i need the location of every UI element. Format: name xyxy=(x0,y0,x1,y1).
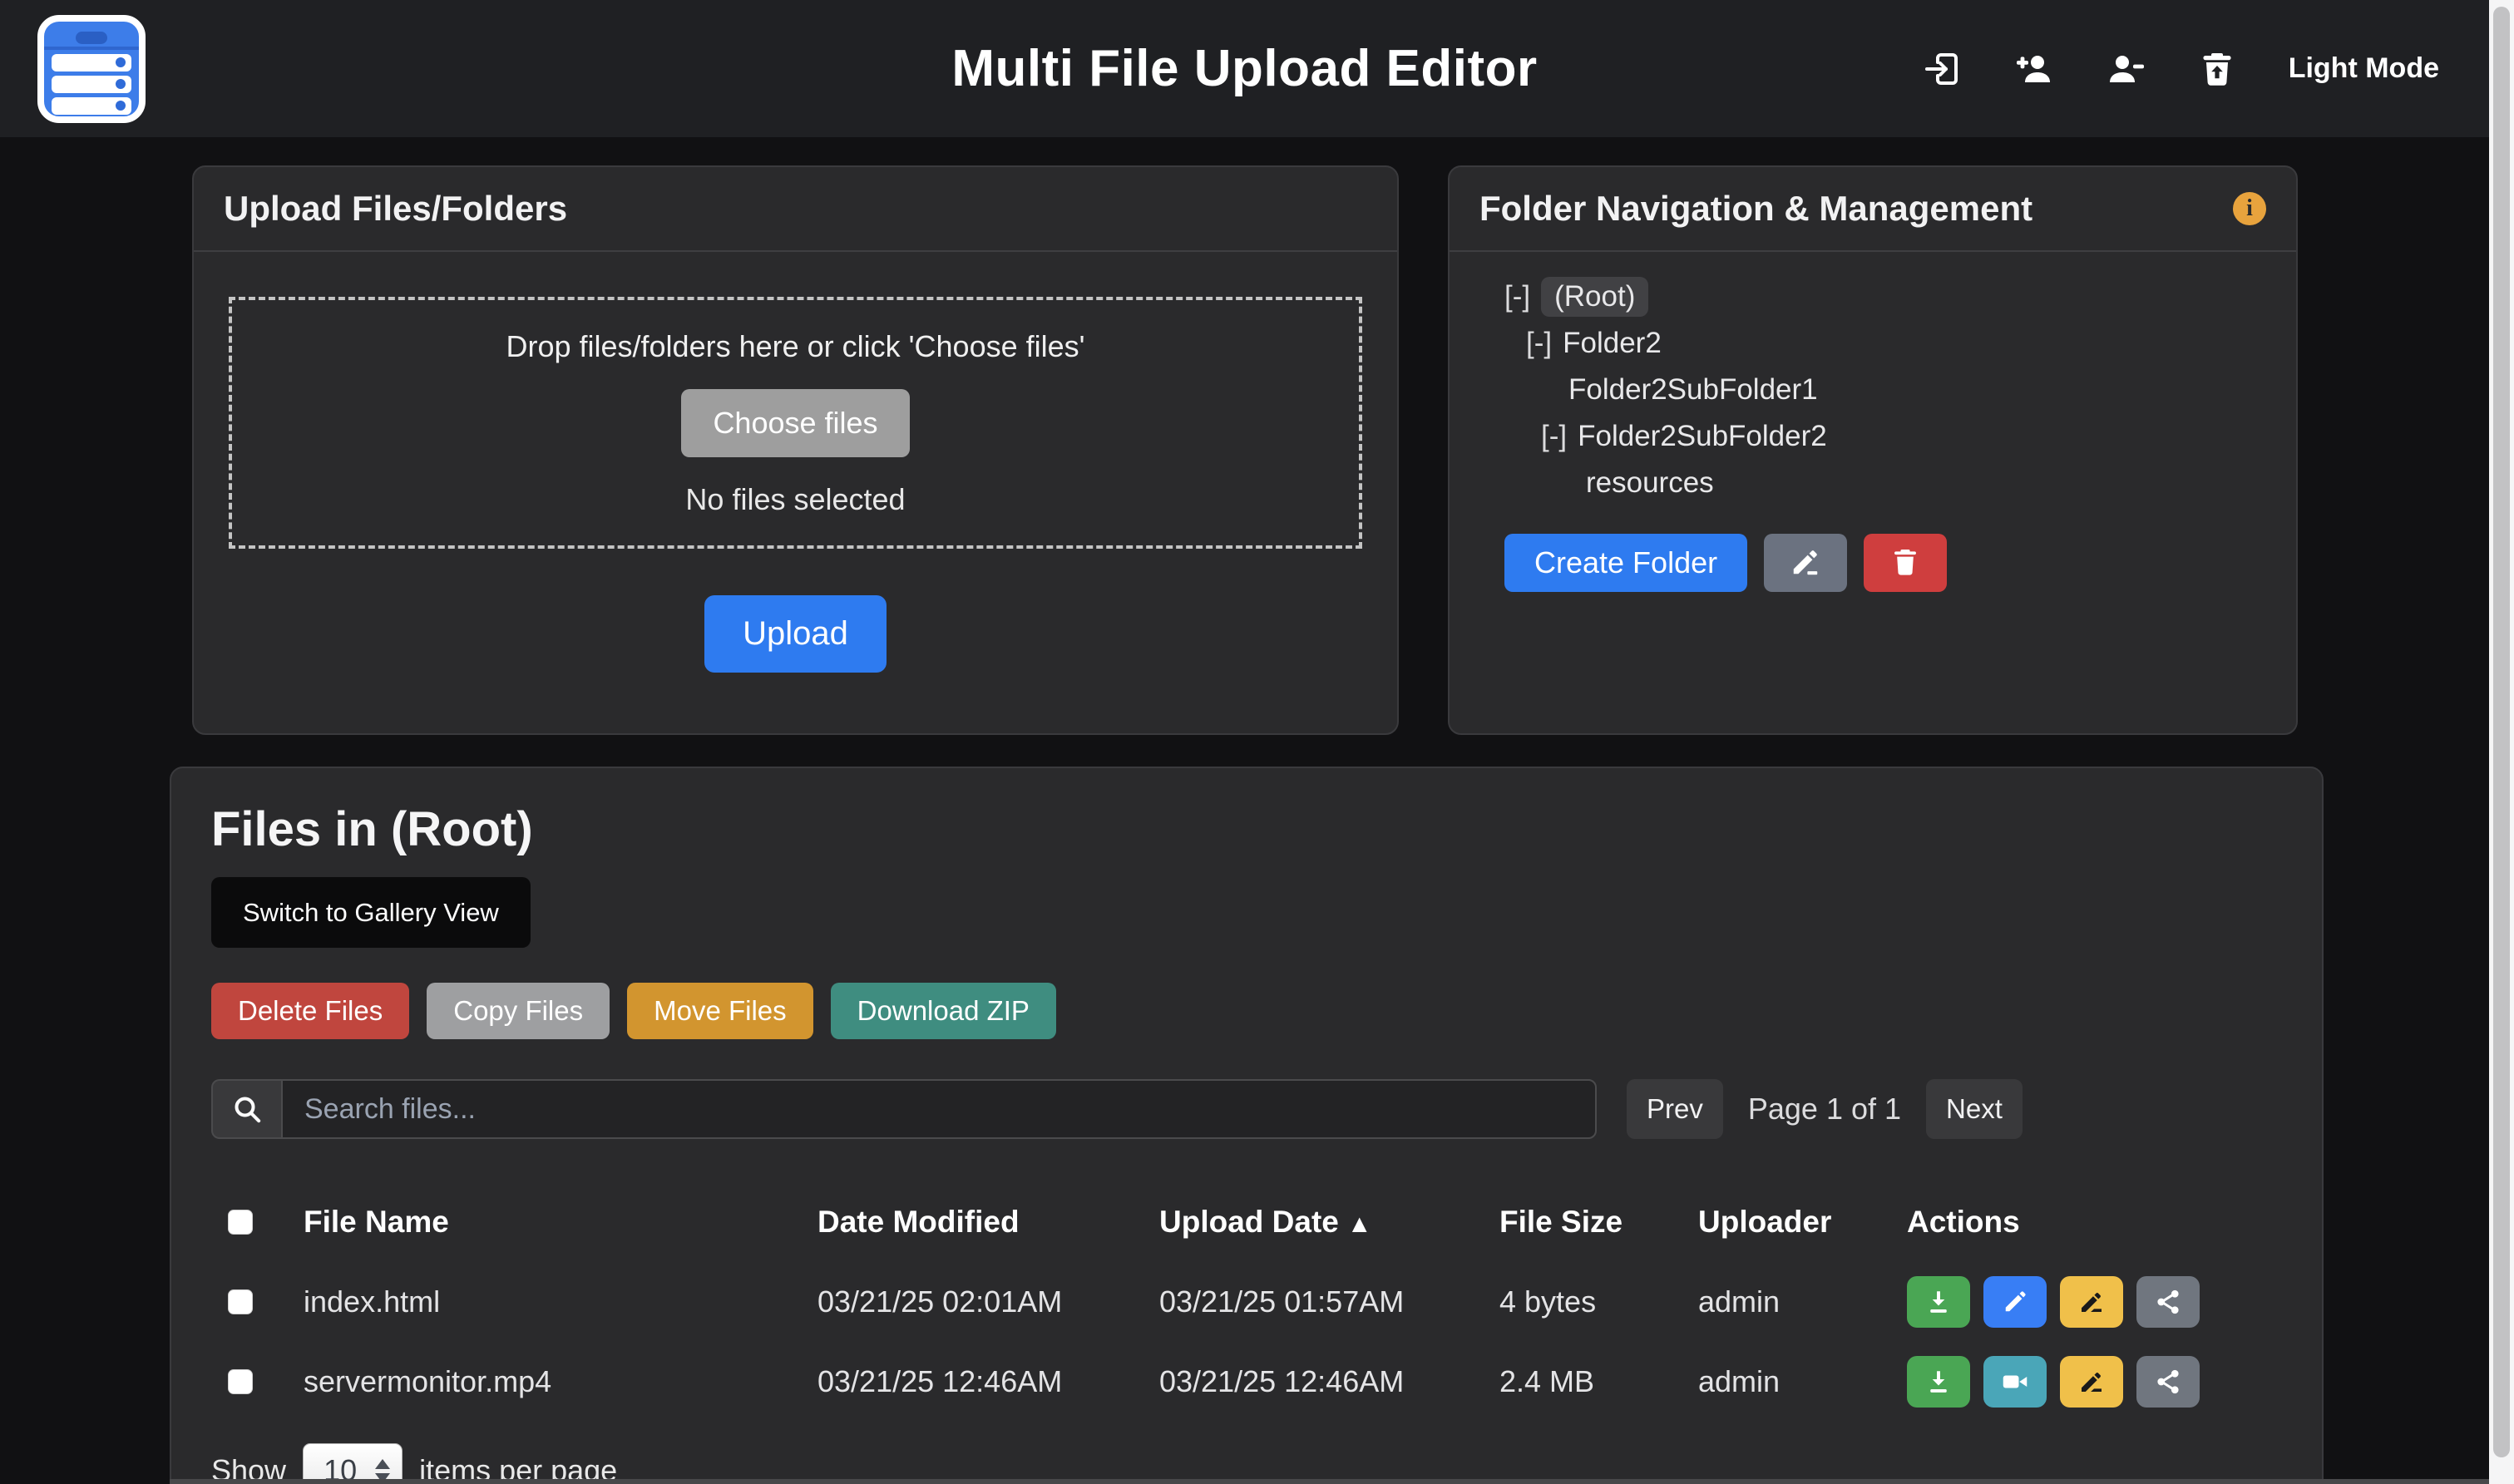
tree-label[interactable]: (Root) xyxy=(1541,277,1648,317)
tree-toggle-icon[interactable]: [-] xyxy=(1541,420,1567,453)
upload-panel: Upload Files/Folders Drop files/folders … xyxy=(192,165,1399,735)
app-logo xyxy=(37,15,146,123)
share-icon xyxy=(2153,1287,2183,1317)
column-upload-date[interactable]: Upload Date▲ xyxy=(1159,1205,1499,1240)
pen-line-icon xyxy=(2077,1287,2107,1317)
page-title: Multi File Upload Editor xyxy=(951,39,1537,98)
date-modified-cell: 03/21/25 02:01AM xyxy=(817,1284,1159,1319)
files-table: File Name Date Modified Upload Date▲ Fil… xyxy=(211,1182,2282,1422)
tree-item-folder2[interactable]: [-] Folder2 xyxy=(1526,320,2296,367)
tree-item-root[interactable]: [-] (Root) xyxy=(1504,274,2296,320)
scrollbar-thumb[interactable] xyxy=(2493,7,2510,1457)
search-icon xyxy=(211,1079,281,1139)
tree-label[interactable]: Folder2 xyxy=(1563,327,1662,360)
user-add-icon[interactable] xyxy=(2014,49,2054,89)
trash-icon xyxy=(1889,546,1921,580)
bulk-actions: Delete Files Copy Files Move Files Downl… xyxy=(211,983,2282,1039)
download-button[interactable] xyxy=(1907,1356,1970,1408)
row-checkbox[interactable] xyxy=(228,1369,253,1394)
sort-ascending-icon: ▲ xyxy=(1347,1210,1372,1238)
header-bar: Multi File Upload Editor xyxy=(0,0,2489,137)
tree-item-resources[interactable]: resources xyxy=(1586,460,2296,506)
share-button[interactable] xyxy=(2136,1276,2200,1328)
table-row: index.html 03/21/25 02:01AM 03/21/25 01:… xyxy=(228,1262,2282,1342)
gallery-view-button[interactable]: Switch to Gallery View xyxy=(211,877,531,948)
horizontal-scrollbar[interactable] xyxy=(170,1479,2489,1484)
dropzone-hint: Drop files/folders here or click 'Choose… xyxy=(506,329,1084,364)
files-panel-title: Files in (Root) xyxy=(211,801,2282,857)
download-button[interactable] xyxy=(1907,1276,1970,1328)
delete-files-button[interactable]: Delete Files xyxy=(211,983,409,1039)
file-name-cell: index.html xyxy=(304,1284,817,1319)
column-file-name[interactable]: File Name xyxy=(304,1205,817,1240)
vertical-scrollbar xyxy=(2489,0,2514,1484)
column-date-modified[interactable]: Date Modified xyxy=(817,1205,1159,1240)
tree-item-folder2subfolder2[interactable]: [-] Folder2SubFolder2 xyxy=(1541,413,2296,460)
upload-date-cell: 03/21/25 01:57AM xyxy=(1159,1284,1499,1319)
light-mode-toggle[interactable]: Light Mode xyxy=(2289,52,2439,85)
server-icon xyxy=(44,22,139,50)
create-folder-button[interactable]: Create Folder xyxy=(1504,534,1747,592)
items-per-page-input[interactable]: 10 xyxy=(303,1443,403,1484)
rename-button[interactable] xyxy=(2060,1276,2123,1328)
download-zip-button[interactable]: Download ZIP xyxy=(831,983,1056,1039)
tree-toggle-icon[interactable]: [-] xyxy=(1526,327,1552,360)
share-icon xyxy=(2153,1367,2183,1397)
next-page-button[interactable]: Next xyxy=(1926,1079,2023,1139)
file-size-cell: 4 bytes xyxy=(1499,1284,1698,1319)
move-files-button[interactable]: Move Files xyxy=(627,983,813,1039)
upload-button[interactable]: Upload xyxy=(704,595,887,673)
rename-button[interactable] xyxy=(2060,1356,2123,1408)
header-actions: Light Mode xyxy=(1923,49,2439,89)
choose-files-button[interactable]: Choose files xyxy=(681,389,909,457)
table-row: servermonitor.mp4 03/21/25 12:46AM 03/21… xyxy=(228,1342,2282,1422)
table-header-row: File Name Date Modified Upload Date▲ Fil… xyxy=(228,1182,2282,1262)
user-remove-icon[interactable] xyxy=(2106,49,2146,89)
items-per-page-row: Show 10 items per page xyxy=(211,1443,2282,1484)
tree-label[interactable]: Folder2SubFolder2 xyxy=(1578,420,1827,453)
app-root: Multi File Upload Editor xyxy=(0,0,2514,1484)
uploader-cell: admin xyxy=(1698,1284,1907,1319)
select-all-checkbox[interactable] xyxy=(228,1210,253,1235)
trash-restore-icon[interactable] xyxy=(2197,49,2237,89)
pen-line-icon xyxy=(2077,1367,2107,1397)
logout-icon[interactable] xyxy=(1923,49,1963,89)
tree-item-folder2subfolder1[interactable]: Folder2SubFolder1 xyxy=(1568,367,2296,413)
info-icon[interactable]: i xyxy=(2233,192,2266,225)
files-panel: Files in (Root) Switch to Gallery View D… xyxy=(170,767,2324,1484)
delete-folder-button[interactable] xyxy=(1864,534,1947,592)
file-dropzone[interactable]: Drop files/folders here or click 'Choose… xyxy=(229,297,1362,549)
tree-label[interactable]: resources xyxy=(1586,466,1714,500)
column-file-size[interactable]: File Size xyxy=(1499,1205,1698,1240)
copy-files-button[interactable]: Copy Files xyxy=(427,983,610,1039)
row-checkbox[interactable] xyxy=(228,1289,253,1314)
tree-toggle-icon[interactable]: [-] xyxy=(1504,280,1530,313)
share-button[interactable] xyxy=(2136,1356,2200,1408)
file-name-cell: servermonitor.mp4 xyxy=(304,1364,817,1399)
no-files-text: No files selected xyxy=(685,482,905,517)
page-indicator: Page 1 of 1 xyxy=(1748,1092,1901,1127)
prev-page-button[interactable]: Prev xyxy=(1627,1079,1723,1139)
download-icon xyxy=(1924,1367,1953,1397)
column-actions: Actions xyxy=(1907,1205,2282,1240)
uploader-cell: admin xyxy=(1698,1364,1907,1399)
date-modified-cell: 03/21/25 12:46AM xyxy=(817,1364,1159,1399)
folder-panel-title: Folder Navigation & Management xyxy=(1479,189,2032,229)
folder-panel: Folder Navigation & Management i [-] (Ro… xyxy=(1448,165,2298,735)
file-size-cell: 2.4 MB xyxy=(1499,1364,1698,1399)
folder-tree: [-] (Root) [-] Folder2 Folder2SubFolder1… xyxy=(1450,252,2296,506)
rename-folder-button[interactable] xyxy=(1764,534,1847,592)
download-icon xyxy=(1924,1287,1953,1317)
edit-button[interactable] xyxy=(1983,1276,2047,1328)
tree-label[interactable]: Folder2SubFolder1 xyxy=(1568,373,1818,407)
video-preview-button[interactable] xyxy=(1983,1356,2047,1408)
search-input[interactable] xyxy=(281,1079,1597,1139)
column-uploader[interactable]: Uploader xyxy=(1698,1205,1907,1240)
upload-panel-title: Upload Files/Folders xyxy=(224,189,567,229)
video-camera-icon xyxy=(2000,1367,2030,1397)
pencil-icon xyxy=(1790,546,1821,580)
upload-date-cell: 03/21/25 12:46AM xyxy=(1159,1364,1499,1399)
pencil-icon xyxy=(2000,1287,2030,1317)
